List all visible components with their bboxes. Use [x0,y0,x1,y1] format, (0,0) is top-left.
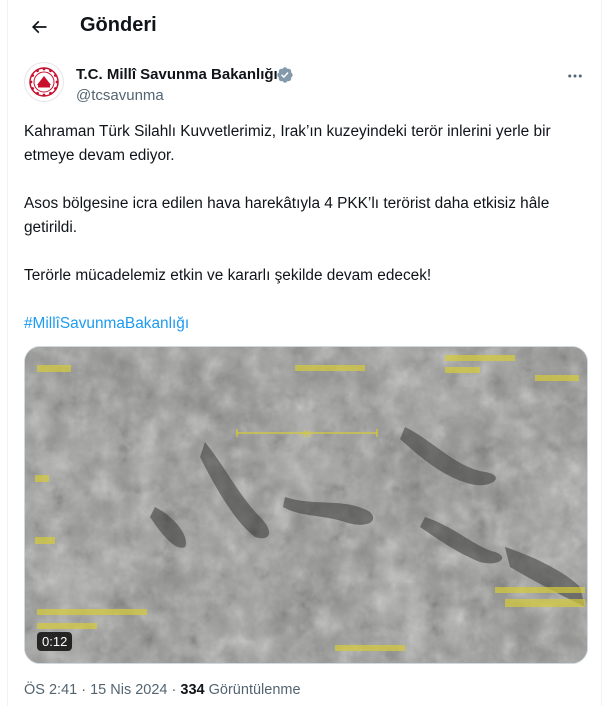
arrow-left-icon [31,20,47,34]
hashtag-link[interactable]: #MillîSavunmaBakanlığı [24,315,189,332]
more-options-button[interactable] [561,64,589,88]
page-title: Gönderi [80,14,157,36]
author-row: T.C. Millî Savunma Bakanlığı @tcsavunma [24,60,589,110]
tweet-meta: ÖS 2:41 · 15 Nis 2024 · 334 Görüntülenme [24,682,301,698]
top-bar: Gönderi [8,0,601,53]
more-dots-icon [568,74,582,78]
author-handle[interactable]: @tcsavunma [76,87,164,104]
post-date[interactable]: 15 Nis 2024 [90,682,167,698]
video-player[interactable]: 46 0:12 [24,346,588,664]
author-name[interactable]: T.C. Millî Savunma Bakanlığı [76,66,278,83]
video-frame-image: 46 [25,347,587,663]
tweet-paragraph: Asos bölgesine icra edilen hava harekâtı… [24,195,550,236]
ministry-logo-icon [29,67,59,97]
tweet-text: Kahraman Türk Silahlı Kuvvetlerimiz, Ira… [24,120,599,336]
hud-number: 46 [301,429,311,439]
verified-badge-icon [277,67,293,83]
views-label: Görüntülenme [208,682,301,698]
meta-separator: · [171,682,177,698]
video-duration: 0:12 [37,632,73,651]
meta-separator: · [81,682,87,698]
back-button[interactable] [22,10,56,44]
tweet-detail-column: Gönderi T.C. Millî Savunma Bakanlığı @tc… [7,0,602,706]
views-count: 334 [180,682,205,698]
avatar[interactable] [24,62,64,102]
tweet-paragraph: Terörle mücadelemiz etkin ve kararlı şek… [24,267,432,284]
post-time[interactable]: ÖS 2:41 [24,682,77,698]
tweet-paragraph: Kahraman Türk Silahlı Kuvvetlerimiz, Ira… [24,123,551,164]
